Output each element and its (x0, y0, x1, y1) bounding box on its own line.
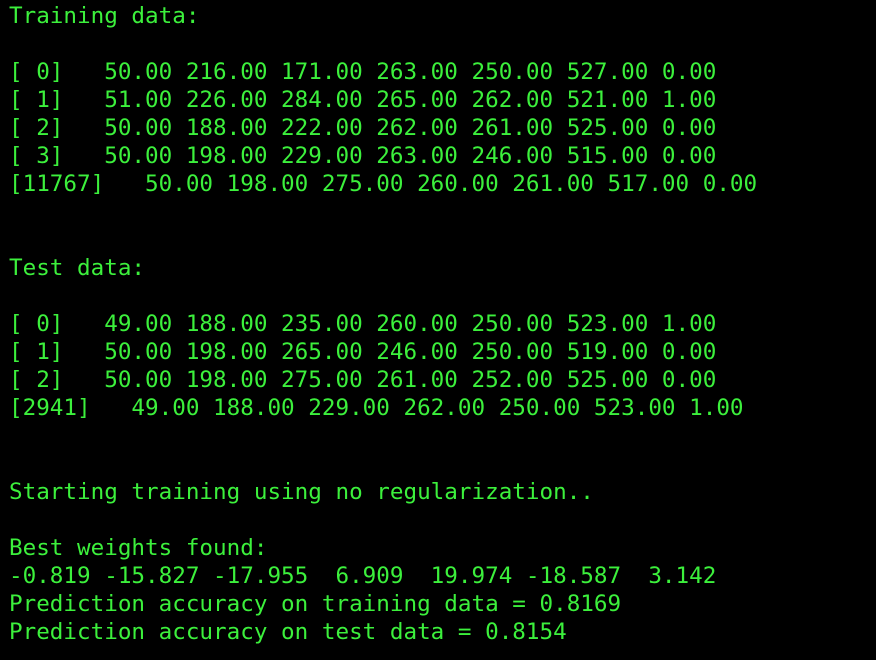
test-row-last: [2941] 49.00 188.00 229.00 262.00 250.00… (9, 395, 744, 421)
training-accuracy-line: Prediction accuracy on training data = 0… (9, 591, 622, 617)
test-row-0: [ 0] 49.00 188.00 235.00 260.00 250.00 5… (9, 311, 717, 337)
training-row-0: [ 0] 50.00 216.00 171.00 263.00 250.00 5… (9, 59, 717, 85)
training-row-1: [ 1] 51.00 226.00 284.00 265.00 262.00 5… (9, 87, 717, 113)
training-row-3: [ 3] 50.00 198.00 229.00 263.00 246.00 5… (9, 143, 717, 169)
test-accuracy-line: Prediction accuracy on test data = 0.815… (9, 619, 567, 645)
training-row-last: [11767] 50.00 198.00 275.00 260.00 261.0… (9, 171, 758, 197)
training-row-2: [ 2] 50.00 188.00 222.00 262.00 261.00 5… (9, 115, 717, 141)
test-data-heading: Test data: (9, 255, 146, 281)
test-row-1: [ 1] 50.00 198.00 265.00 246.00 250.00 5… (9, 339, 717, 365)
test-row-2: [ 2] 50.00 198.00 275.00 261.00 252.00 5… (9, 367, 717, 393)
best-weights-values: -0.819 -15.827 -17.955 6.909 19.974 -18.… (9, 563, 717, 589)
terminal-output: Training data: [ 0] 50.00 216.00 171.00 … (9, 2, 757, 646)
training-status-message: Starting training using no regularizatio… (9, 479, 594, 505)
terminal-window[interactable]: Training data: [ 0] 50.00 216.00 171.00 … (0, 0, 876, 660)
best-weights-heading: Best weights found: (9, 535, 268, 561)
training-data-heading: Training data: (9, 3, 200, 29)
